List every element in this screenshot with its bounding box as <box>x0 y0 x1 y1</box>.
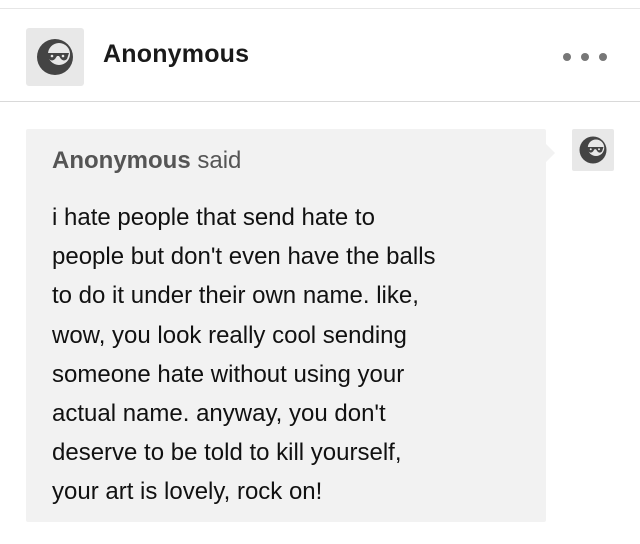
more-options-button[interactable] <box>563 49 607 65</box>
anonymous-sunglasses-icon <box>579 136 607 164</box>
asker-name: Anonymous <box>52 147 191 174</box>
ask-message-text: i hate people that send hate to people b… <box>52 204 436 506</box>
more-horizontal-icon <box>563 53 571 61</box>
post-header: Anonymous <box>0 9 640 102</box>
post-page: Anonymous Anonymous said i hate people t… <box>0 0 640 544</box>
asker-attribution: Anonymous said <box>52 147 241 175</box>
anonymous-sunglasses-icon <box>37 39 73 75</box>
more-horizontal-icon <box>581 53 589 61</box>
blog-avatar[interactable] <box>26 28 84 86</box>
asker-avatar[interactable] <box>572 129 614 171</box>
more-horizontal-icon <box>599 53 607 61</box>
ask-bubble-pointer <box>546 144 555 162</box>
said-label: said <box>197 147 242 174</box>
blog-name[interactable]: Anonymous <box>103 40 249 69</box>
